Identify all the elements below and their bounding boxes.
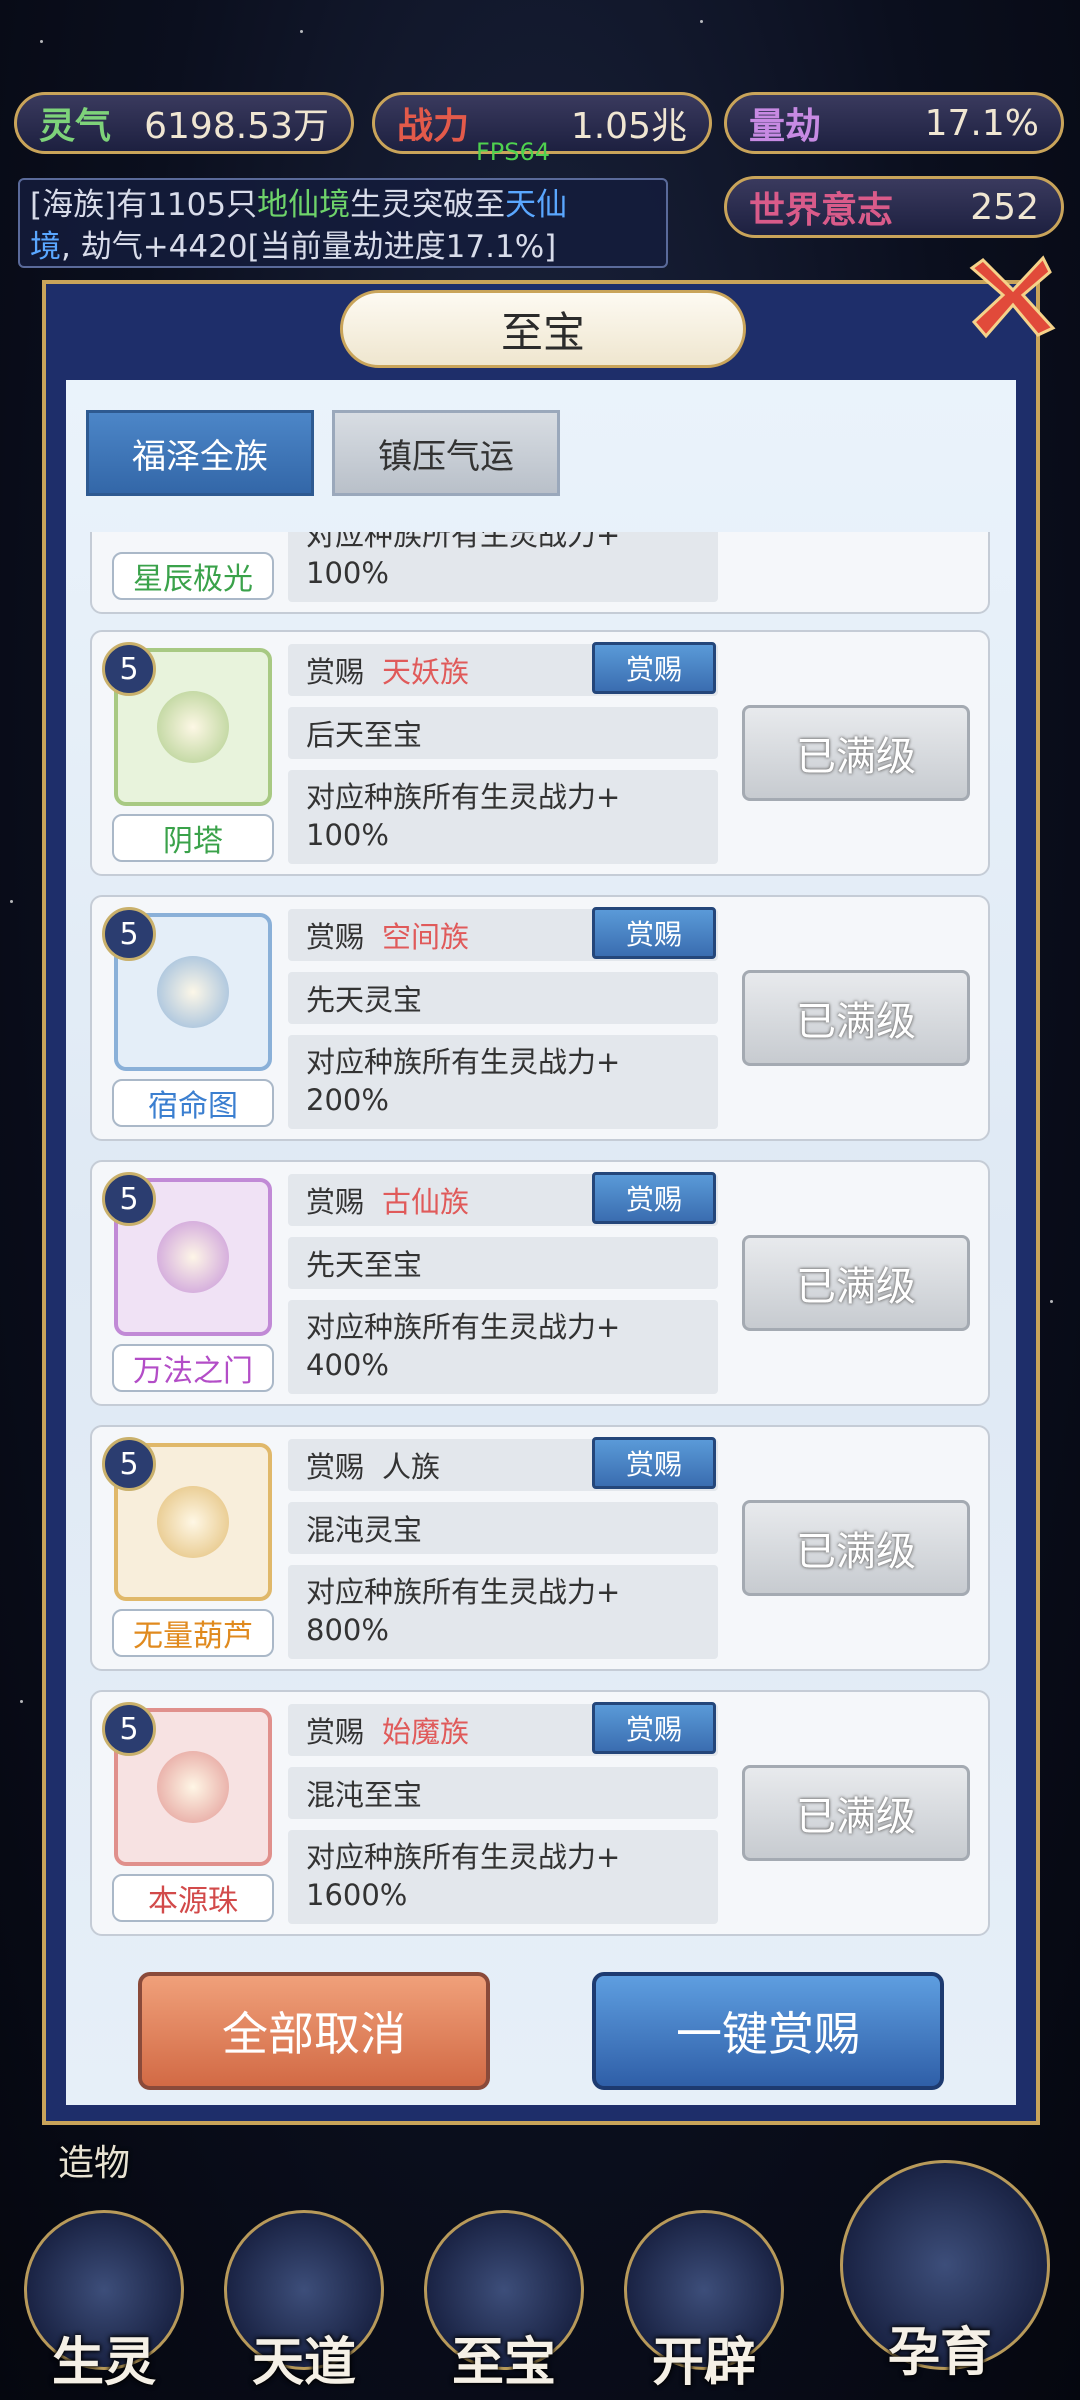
reward-label: 赏赐 <box>306 655 365 689</box>
reward-label: 赏赐 <box>306 1450 365 1484</box>
list-item-partial: 对应种族所有生灵战力+ 100% 星辰极光 <box>90 532 990 614</box>
item-name: 万法之门 <box>112 1344 274 1392</box>
max-level-button[interactable]: 已满级 <box>742 705 970 801</box>
shijie-value: 252 <box>970 186 1039 228</box>
max-level-button[interactable]: 已满级 <box>742 1235 970 1331</box>
level-badge: 5 <box>102 1702 156 1756</box>
list-item: 5 无量葫芦 赏赐 人族 赏赐 混沌灵宝 对应种族所有生灵战力+ 800% 已满… <box>90 1425 990 1671</box>
item-desc: 对应种族所有生灵战力+ 100% <box>288 532 718 602</box>
item-name: 本源珠 <box>112 1874 274 1922</box>
race-name: 天妖族 <box>382 655 470 689</box>
shijie-label: 世界意志 <box>749 190 894 231</box>
reward-button[interactable]: 赏赐 <box>592 907 716 959</box>
tab-fuze[interactable]: 福泽全族 <box>86 410 314 496</box>
grade-row: 混沌灵宝 <box>288 1502 718 1554</box>
max-level-button[interactable]: 已满级 <box>742 1765 970 1861</box>
nav-zhibao[interactable]: 至宝 <box>414 2200 594 2400</box>
desc-row: 对应种族所有生灵战力+ 800% <box>288 1565 718 1659</box>
nav-shengling[interactable]: 生灵 <box>14 2200 194 2400</box>
list-item: 5 本源珠 赏赐 始魔族 赏赐 混沌至宝 对应种族所有生灵战力+ 1600% 已… <box>90 1690 990 1936</box>
fps-counter: FPS64 <box>476 138 551 166</box>
list-item: 5 阴塔 赏赐 天妖族 赏赐 后天至宝 对应种族所有生灵战力+ 100% 已满级 <box>90 630 990 876</box>
grade-row: 先天至宝 <box>288 1237 718 1289</box>
nav-label: 生灵 <box>51 2333 156 2393</box>
log-highlight-1: 地仙境 <box>257 187 351 223</box>
desc-row: 对应种族所有生灵战力+ 200% <box>288 1035 718 1129</box>
nav-label: 至宝 <box>451 2333 556 2393</box>
list-item: 5 万法之门 赏赐 古仙族 赏赐 先天至宝 对应种族所有生灵战力+ 400% 已… <box>90 1160 990 1406</box>
item-name: 无量葫芦 <box>112 1609 274 1657</box>
log-text-3: , 劫气+4420[当前量劫进度17.1%] <box>61 229 557 265</box>
tab-zhenya[interactable]: 镇压气运 <box>332 410 560 496</box>
liangjie-stat[interactable]: 量劫 17.1% <box>724 92 1064 154</box>
log-text-2: 生灵突破至 <box>350 187 506 223</box>
shijie-stat[interactable]: 世界意志 252 <box>724 176 1064 238</box>
nav-label: 孕育 <box>887 2323 992 2383</box>
reward-label: 赏赐 <box>306 1715 365 1749</box>
reward-button[interactable]: 赏赐 <box>592 1172 716 1224</box>
nav-label: 天道 <box>251 2333 356 2393</box>
nav-label: 开辟 <box>651 2333 756 2393</box>
level-badge: 5 <box>102 1437 156 1491</box>
one-key-reward-button[interactable]: 一键赏赐 <box>592 1972 944 2090</box>
desc-row: 对应种族所有生灵战力+ 1600% <box>288 1830 718 1924</box>
nav-tiandao[interactable]: 天道 <box>214 2200 394 2400</box>
nav-kaipi[interactable]: 开辟 <box>614 2200 794 2400</box>
lingqi-value: 6198.53万 <box>144 106 329 147</box>
item-name: 宿命图 <box>112 1079 274 1127</box>
race-name: 古仙族 <box>382 1185 470 1219</box>
grade-row: 先天灵宝 <box>288 972 718 1024</box>
item-name: 阴塔 <box>112 814 274 862</box>
log-text-1: [海族]有1105只 <box>30 187 258 223</box>
grade-row: 后天至宝 <box>288 707 718 759</box>
liangjie-value: 17.1% <box>924 102 1039 144</box>
level-badge: 5 <box>102 1172 156 1226</box>
level-badge: 5 <box>102 642 156 696</box>
liangjie-label: 量劫 <box>749 106 822 147</box>
reward-label: 赏赐 <box>306 1185 365 1219</box>
panel-title: 至宝 <box>340 290 746 368</box>
cancel-all-button[interactable]: 全部取消 <box>138 1972 490 2090</box>
creation-label[interactable]: 造物 <box>58 2134 130 2186</box>
close-icon[interactable] <box>968 250 1058 340</box>
reward-button[interactable]: 赏赐 <box>592 1437 716 1489</box>
zhanli-label: 战力 <box>397 106 470 147</box>
reward-button[interactable]: 赏赐 <box>592 1702 716 1754</box>
grade-row: 混沌至宝 <box>288 1767 718 1819</box>
log-highlight-2: 天仙 <box>505 187 568 223</box>
zhanli-value: 1.05兆 <box>570 106 687 147</box>
nav-yunyu[interactable]: 孕育 <box>830 2150 1050 2390</box>
lingqi-stat: 灵气 6198.53万 <box>14 92 354 154</box>
max-level-button[interactable]: 已满级 <box>742 970 970 1066</box>
level-badge: 5 <box>102 907 156 961</box>
reward-label: 赏赐 <box>306 920 365 954</box>
reward-button[interactable]: 赏赐 <box>592 642 716 694</box>
desc-row: 对应种族所有生灵战力+ 100% <box>288 770 718 864</box>
list-item: 5 宿命图 赏赐 空间族 赏赐 先天灵宝 对应种族所有生灵战力+ 200% 已满… <box>90 895 990 1141</box>
item-name: 星辰极光 <box>112 552 274 600</box>
race-name: 空间族 <box>382 920 470 954</box>
race-name: 始魔族 <box>382 1715 470 1749</box>
list-clip: 对应种族所有生灵战力+ 100% 星辰极光 <box>90 532 990 614</box>
event-log: [海族]有1105只地仙境生灵突破至天仙 境, 劫气+4420[当前量劫进度17… <box>18 178 668 268</box>
max-level-button[interactable]: 已满级 <box>742 1500 970 1596</box>
desc-row: 对应种族所有生灵战力+ 400% <box>288 1300 718 1394</box>
race-name: 人族 <box>382 1450 441 1484</box>
log-highlight-3: 境 <box>30 229 61 265</box>
lingqi-label: 灵气 <box>39 106 112 147</box>
